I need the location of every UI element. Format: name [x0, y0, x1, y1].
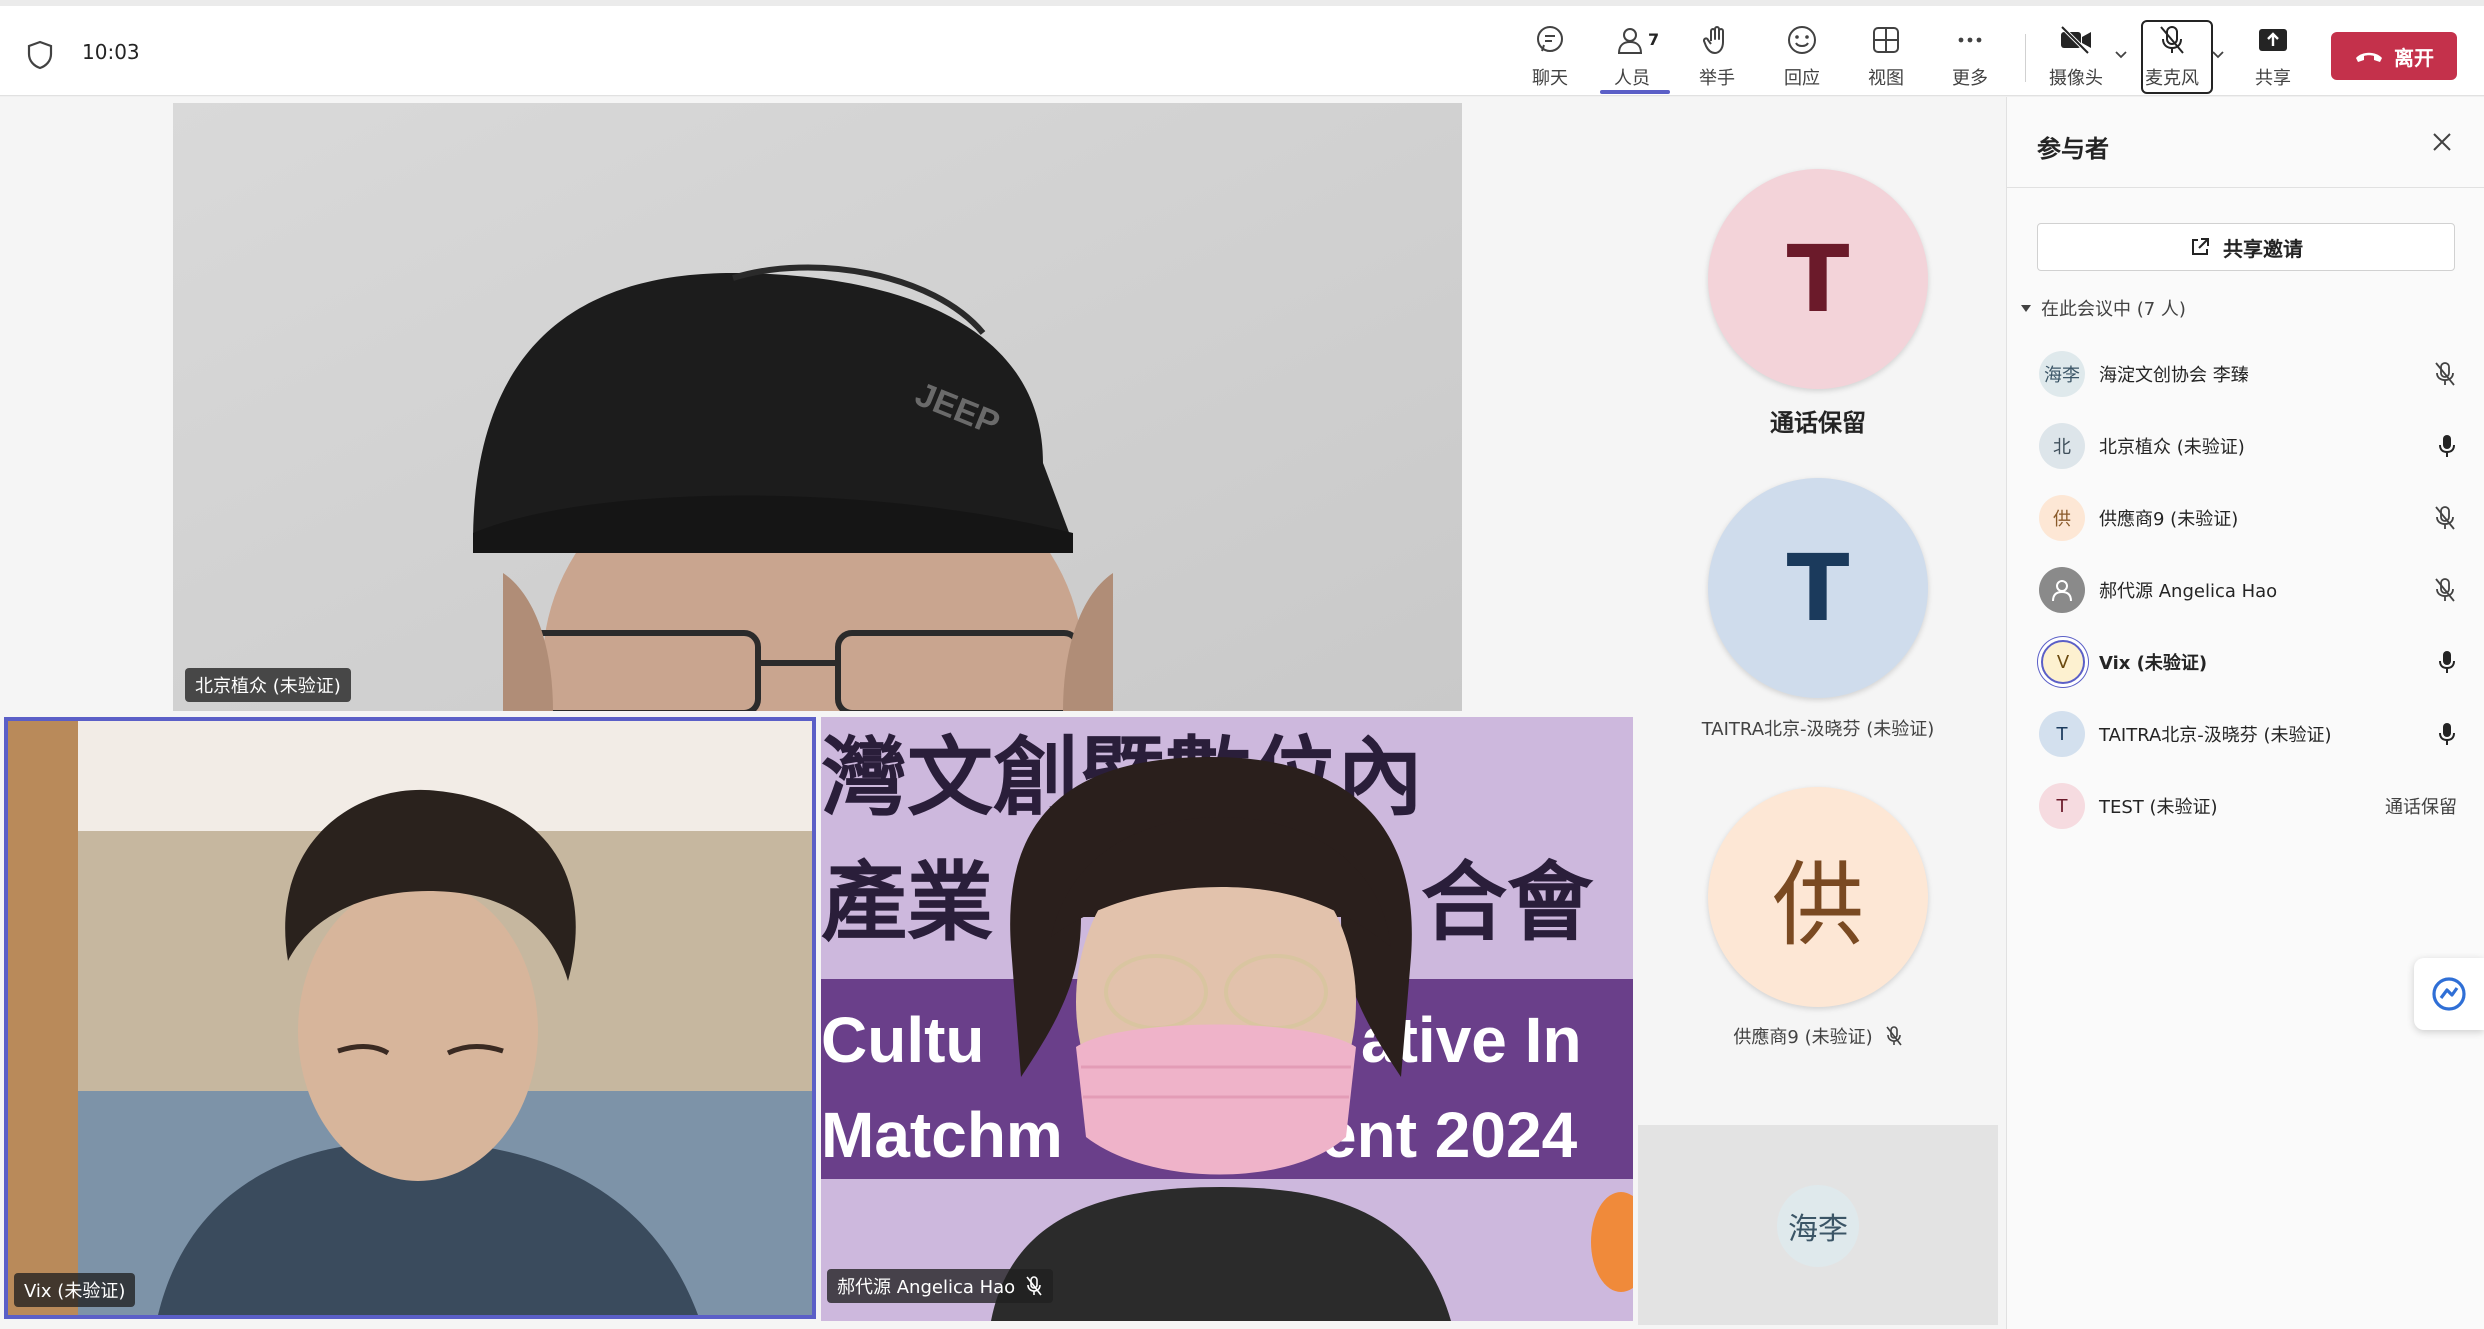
mic-off-icon [2435, 362, 2455, 386]
meeting-toolbar: 10:03 聊天 7 人员 举手 回应 视图 更多 摄像头 麦克风 共享 离开 [0, 6, 2484, 96]
participant-avatar: V [2041, 640, 2085, 684]
camera-button[interactable]: 摄像头 [2049, 20, 2103, 94]
participant-row[interactable]: 海李 海淀文创协会 李臻 [2007, 341, 2484, 407]
participant-status [2433, 361, 2457, 387]
panel-divider [2007, 187, 2484, 188]
angelica-video-frame: 灣文創暨數位內 產業 合會 Cultu ative In Matchm ent … [821, 717, 1633, 1321]
participant-name: TAITRA北京-汲晓芬 (未验证) [2099, 725, 2332, 746]
haili-avatar: 海李 [1777, 1185, 1859, 1267]
mic-icon [2439, 651, 2455, 673]
participant-status [2433, 577, 2457, 603]
emoji-icon [1788, 26, 1816, 54]
angelica-name-tag: 郝代源 Angelica Hao [827, 1269, 1054, 1303]
phone-hangup-icon [2356, 52, 2382, 62]
participant-status [2437, 722, 2457, 746]
react-button[interactable]: 回应 [1782, 20, 1822, 94]
participant-row[interactable]: T TAITRA北京-汲晓芬 (未验证) [2007, 701, 2484, 767]
video-tile-haili[interactable]: 海李 [1638, 1125, 1998, 1325]
participant-row[interactable]: 郝代源 Angelica Hao [2007, 557, 2484, 623]
mic-icon [2439, 435, 2455, 457]
shield-icon[interactable] [26, 40, 54, 70]
mic-off-icon [1026, 1276, 1042, 1296]
close-icon[interactable] [2431, 131, 2453, 153]
avatar-supplier[interactable]: 供 [1708, 787, 1928, 1007]
participant-name: 北京植众 (未验证) [2099, 437, 2245, 458]
people-active-indicator [1600, 90, 1670, 94]
mic-off-icon [2435, 578, 2455, 602]
banner-text-4: Cultu [821, 1004, 985, 1076]
grid-icon [1873, 27, 1899, 53]
caret-down-icon [2021, 305, 2031, 312]
more-button[interactable]: 更多 [1950, 20, 1990, 94]
meeting-timer: 10:03 [82, 40, 140, 64]
mic-options-chevron-icon[interactable] [2210, 46, 2226, 62]
participant-status: 通话保留 [2385, 797, 2457, 818]
participant-name: Vix (未验证) [2099, 653, 2208, 674]
share-icon [2192, 238, 2209, 255]
participant-avatar: 海李 [2039, 351, 2085, 397]
participant-name: 海淀文创协会 李臻 [2099, 365, 2249, 386]
mic-off-icon [1885, 1026, 1902, 1046]
share-invite-button[interactable]: 共享邀请 [2037, 223, 2455, 271]
hand-icon [1702, 26, 1724, 54]
participant-row[interactable]: 北北京植众 (未验证) [2007, 413, 2484, 479]
participant-row[interactable]: 供供應商9 (未验证) [2007, 485, 2484, 551]
participant-row[interactable]: T TEST (未验证) 通话保留 [2007, 773, 2484, 839]
camera-options-chevron-icon[interactable] [2113, 46, 2129, 62]
toolbar-divider [2025, 34, 2026, 82]
floating-assistant-button[interactable] [2414, 958, 2484, 1030]
assistant-icon [2432, 977, 2466, 1011]
chat-button[interactable]: 聊天 [1530, 20, 1570, 94]
vix-video-frame [8, 721, 812, 1315]
avatar-supplier-label-row: 供應商9 (未验证) [1628, 1023, 2008, 1049]
people-button[interactable]: 7 人员 [1612, 20, 1659, 94]
video-stage: JEEP 北京植众 (未验证) Vix (未验证) 產業 合會 Cultu at… [0, 97, 2006, 1329]
participant-avatar: 北 [2039, 423, 2085, 469]
person-icon [2052, 580, 2072, 602]
participant-status [2437, 650, 2457, 674]
more-icon [1958, 37, 1982, 43]
mic-off-icon [2435, 506, 2455, 530]
video-tile-vix[interactable]: Vix (未验证) [4, 717, 816, 1319]
participant-row[interactable]: V Vix (未验证) [2007, 629, 2484, 695]
speaker-video-frame: JEEP [173, 103, 1462, 711]
participant-name: 供應商9 (未验证) [2099, 509, 2239, 530]
people-count-badge: 7 [1648, 30, 1660, 49]
banner-text-2: 產業 [821, 853, 993, 953]
participant-name: 郝代源 Angelica Hao [2099, 581, 2278, 602]
participants-panel: 参与者 共享邀请 在此会议中 (7 人) 海李 海淀文创协会 李臻北北京植众 (未… [2006, 97, 2484, 1329]
participant-avatar [2039, 567, 2085, 613]
view-button[interactable]: 视图 [1866, 20, 1906, 94]
camera-off-icon [2060, 25, 2091, 55]
avatar-hold-label: 通话保留 [1770, 409, 1866, 437]
participant-avatar: T [2039, 783, 2085, 829]
banner-text-3: 合會 [1421, 853, 1594, 953]
mic-icon [2439, 723, 2455, 745]
participant-name: TEST (未验证) [2099, 797, 2218, 818]
vix-name-tag: Vix (未验证) [14, 1273, 136, 1307]
share-screen-icon [2259, 29, 2287, 51]
mic-off-icon [2160, 26, 2184, 54]
avatar-taitra[interactable]: T [1708, 478, 1928, 698]
video-tile-angelica[interactable]: 灣文創暨數位內 產業 合會 Cultu ative In Matchm ent … [821, 717, 1633, 1321]
panel-title: 参与者 [2037, 135, 2109, 163]
in-meeting-section-toggle[interactable]: 在此会议中 (7 人) [2019, 295, 2186, 321]
banner-text-7: ent 2024 [1321, 1099, 1578, 1171]
video-tile-main[interactable]: JEEP 北京植众 (未验证) [173, 103, 1462, 711]
people-icon [1617, 28, 1643, 54]
speaker-name-tag: 北京植众 (未验证) [185, 668, 351, 702]
chat-icon [1537, 26, 1563, 52]
participant-status [2433, 505, 2457, 531]
mic-button[interactable]: 麦克风 [2145, 20, 2199, 94]
participant-avatar: T [2039, 711, 2085, 757]
banner-text-6: Matchm [821, 1099, 1063, 1171]
raise-hand-button[interactable]: 举手 [1697, 20, 1737, 94]
leave-button[interactable]: 离开 [2331, 32, 2457, 80]
participant-avatar: 供 [2039, 495, 2085, 541]
avatar-taitra-label: TAITRA北京-汲晓芬 (未验证) [1701, 719, 1935, 740]
avatar-hold[interactable]: T [1708, 169, 1928, 389]
share-button[interactable]: 共享 [2253, 20, 2293, 94]
participant-status [2437, 434, 2457, 458]
